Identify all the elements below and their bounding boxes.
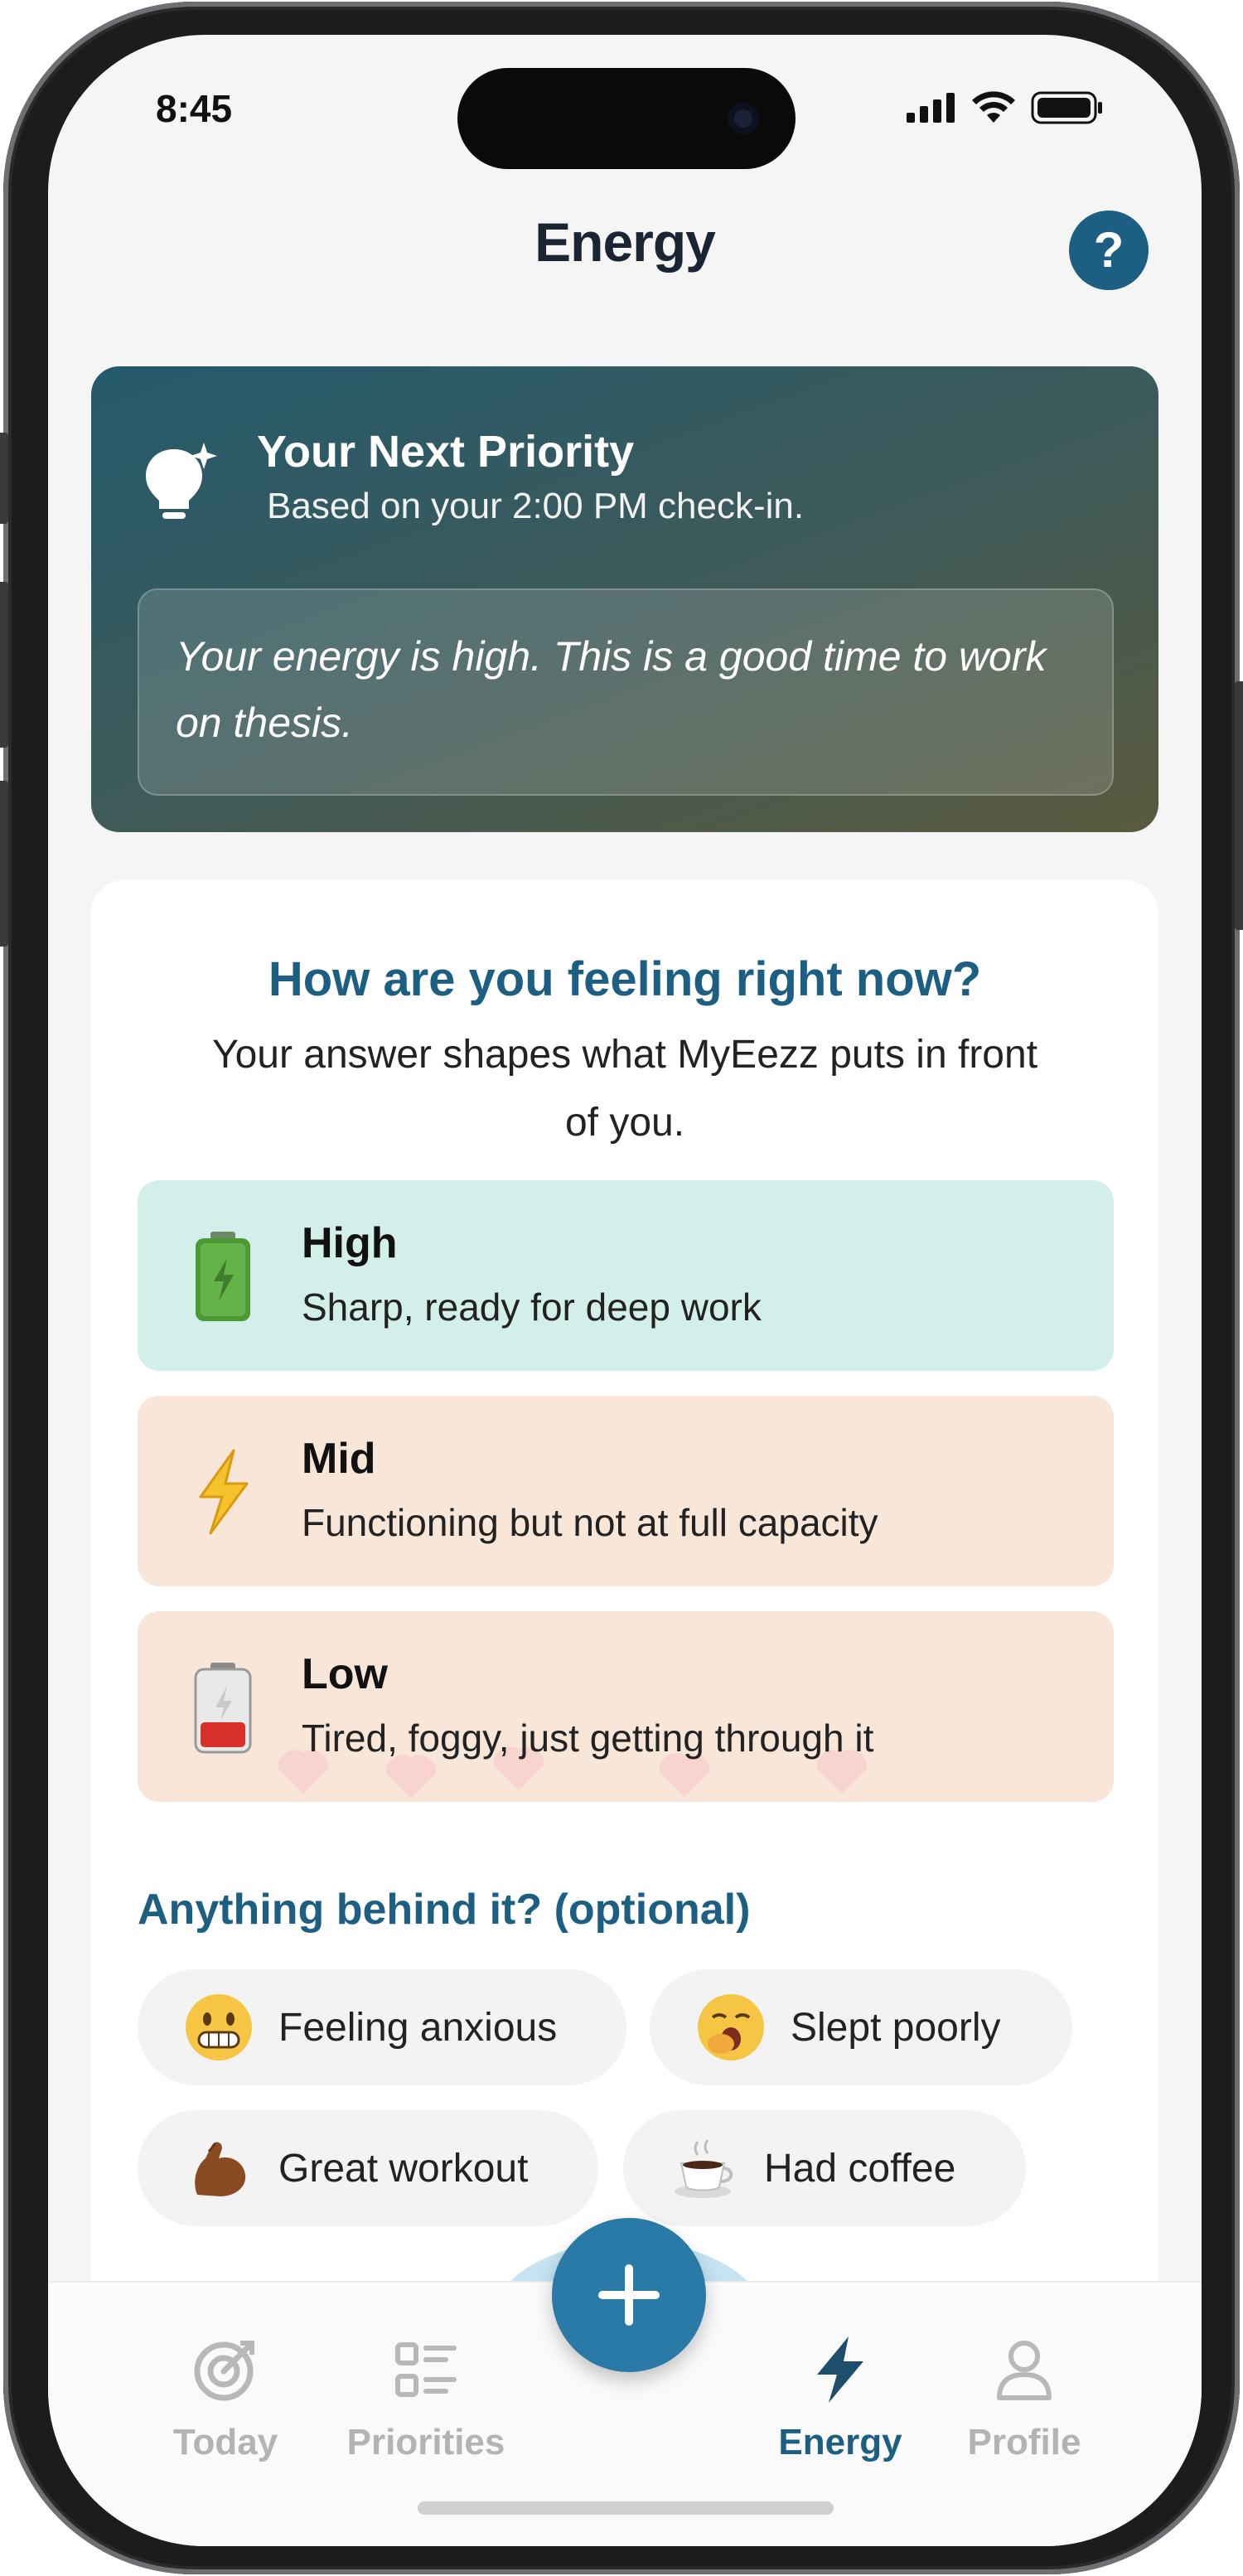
feeling-question: How are you feeling right now? bbox=[268, 952, 982, 1006]
chip-label: Had coffee bbox=[764, 2146, 956, 2191]
list-icon bbox=[395, 2342, 457, 2397]
add-button[interactable] bbox=[552, 2218, 706, 2372]
phone-frame: 8:45 Energy ? Your Next Priority Based o… bbox=[0, 2, 1243, 2574]
next-priority-card: Your Next Priority Based on your 2:00 PM… bbox=[91, 366, 1158, 832]
help-button[interactable]: ? bbox=[1069, 211, 1149, 290]
wifi-icon bbox=[972, 91, 1015, 123]
coffee-emoji-icon bbox=[670, 2133, 739, 2203]
target-icon bbox=[194, 2341, 254, 2401]
tab-label: Priorities bbox=[346, 2422, 505, 2462]
chip-had-coffee[interactable]: Had coffee bbox=[623, 2110, 1026, 2226]
priority-subtitle: Based on your 2:00 PM check-in. bbox=[267, 486, 805, 526]
option-description: Functioning but not at full capacity bbox=[302, 1501, 878, 1544]
tab-label: Profile bbox=[967, 2422, 1081, 2462]
option-label: Mid bbox=[302, 1435, 376, 1483]
page-title: Energy bbox=[534, 211, 716, 273]
tab-energy[interactable]: Energy bbox=[749, 2332, 931, 2463]
battery-low-icon bbox=[194, 1663, 252, 1754]
power-button bbox=[1235, 681, 1243, 930]
chip-feeling-anxious[interactable]: Feeling anxious bbox=[138, 1969, 626, 2085]
dynamic-island bbox=[457, 68, 796, 169]
app-screen: 8:45 Energy ? Your Next Priority Based o… bbox=[48, 35, 1202, 2546]
energy-option-mid[interactable]: Mid Functioning but not at full capacity bbox=[138, 1396, 1114, 1586]
priority-message: Your energy is high. This is a good time… bbox=[138, 588, 1114, 796]
camera-icon bbox=[728, 103, 759, 134]
status-icons bbox=[907, 91, 1104, 124]
priority-title: Your Next Priority bbox=[257, 427, 635, 477]
tab-priorities[interactable]: Priorities bbox=[335, 2332, 517, 2463]
option-description: Sharp, ready for deep work bbox=[302, 1286, 762, 1329]
mute-switch bbox=[0, 433, 8, 524]
person-icon bbox=[997, 2341, 1052, 2400]
bolt-icon bbox=[817, 2336, 863, 2403]
tab-profile[interactable]: Profile bbox=[933, 2332, 1115, 2463]
flexed-bicep-emoji-icon bbox=[184, 2133, 254, 2203]
volume-down-button bbox=[0, 781, 8, 947]
lightbulb-sparkle-icon bbox=[146, 443, 217, 519]
volume-up-button bbox=[0, 582, 8, 748]
feeling-subtitle: Your answer shapes what MyEezz puts in f… bbox=[211, 1033, 1038, 1145]
grimace-emoji-icon bbox=[184, 1993, 254, 2062]
chip-label: Slept poorly bbox=[791, 2005, 1001, 2050]
chip-great-workout[interactable]: Great workout bbox=[138, 2110, 598, 2226]
status-time: 8:45 bbox=[156, 87, 233, 130]
battery-icon bbox=[1031, 91, 1102, 124]
energy-option-low[interactable]: Low Tired, foggy, just getting through i… bbox=[138, 1611, 1114, 1802]
option-description: Tired, foggy, just getting through it bbox=[302, 1717, 874, 1760]
signal-icon bbox=[907, 93, 955, 123]
chip-label: Feeling anxious bbox=[278, 2005, 558, 2050]
energy-option-high[interactable]: High Sharp, ready for deep work bbox=[138, 1180, 1114, 1371]
option-label: Low bbox=[302, 1650, 388, 1698]
chip-slept-poorly[interactable]: Slept poorly bbox=[650, 1969, 1072, 2085]
lightning-icon bbox=[199, 1449, 249, 1535]
yawn-emoji-icon bbox=[696, 1993, 766, 2062]
battery-full-icon bbox=[196, 1232, 250, 1321]
tab-label: Energy bbox=[778, 2422, 902, 2462]
option-label: High bbox=[302, 1219, 398, 1267]
chip-label: Great workout bbox=[278, 2146, 529, 2191]
home-indicator[interactable] bbox=[418, 2501, 834, 2515]
behind-title: Anything behind it? (optional) bbox=[138, 1886, 751, 1934]
tab-today[interactable]: Today bbox=[134, 2332, 317, 2463]
status-bar: 8:45 bbox=[48, 35, 1202, 184]
tab-label: Today bbox=[172, 2422, 278, 2462]
plus-icon bbox=[598, 2264, 660, 2326]
